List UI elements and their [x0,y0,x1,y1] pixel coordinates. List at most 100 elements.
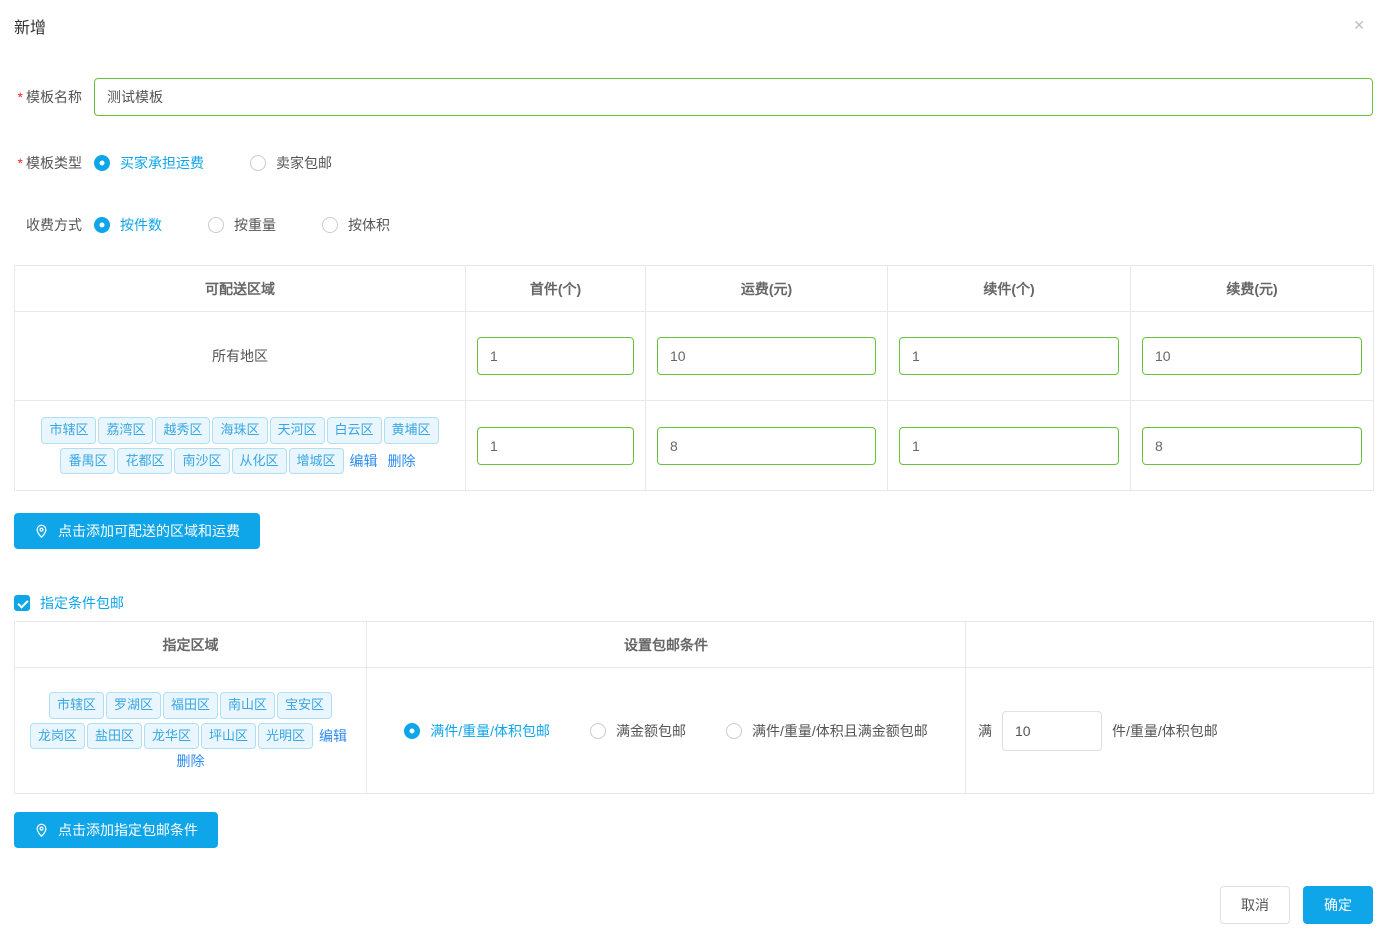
delete-link[interactable]: 删除 [177,751,205,771]
close-icon[interactable]: ✕ [1353,18,1365,32]
radio-label: 卖家包邮 [276,153,332,173]
shipping-fee-table: 可配送区域 首件(个) 运费(元) 续件(个) 续费(元) 所有地区 市辖区荔湾… [14,265,1374,491]
radio-min-qty-and-amount[interactable]: 满件/重量/体积且满金额包邮 [726,721,928,741]
free-shipping-checkbox-row: 指定条件包邮 [14,593,1373,613]
region-tag: 市辖区 [41,417,96,444]
region-tag: 越秀区 [155,417,210,444]
radio-label: 满件/重量/体积包邮 [430,721,550,741]
region-tag: 海珠区 [212,417,267,444]
radio-icon [250,155,266,171]
charge-method-label: 收费方式 [14,215,82,235]
radio-by-weight[interactable]: 按重量 [208,215,276,235]
table-row-all-regions: 所有地区 [15,312,1374,401]
condition-table-header-row: 指定区域 设置包邮条件 [15,622,1374,668]
region-tag: 罗湖区 [106,692,161,719]
region-tag: 坪山区 [201,723,256,750]
region-tags: 市辖区荔湾区越秀区海珠区天河区白云区黄埔区番禺区花都区南沙区从化区增城区 编辑 … [15,415,465,477]
col-header-region: 可配送区域 [15,266,466,312]
col-header-condition: 设置包邮条件 [367,622,966,668]
template-type-label: *模板类型 [14,153,82,173]
table-row-shenzhen-districts: 市辖区罗湖区福田区南山区宝安区龙岗区盐田区龙华区坪山区光明区 编辑 删除 满件/… [15,668,1374,794]
threshold-suffix: 件/重量/体积包邮 [1112,723,1218,739]
free-shipping-condition-table: 指定区域 设置包邮条件 市辖区罗湖区福田区南山区宝安区龙岗区盐田区龙华区坪山区光… [14,621,1374,794]
edit-link[interactable]: 编辑 [319,726,347,746]
radio-seller-free-shipping[interactable]: 卖家包邮 [250,153,332,173]
region-tag: 宝安区 [277,692,332,719]
add-condition-button[interactable]: 点击添加指定包邮条件 [14,812,218,848]
free-shipping-checkbox[interactable] [14,595,30,611]
first-qty-input[interactable] [477,337,634,375]
radio-min-amount[interactable]: 满金额包邮 [590,721,686,741]
region-tag: 南沙区 [174,448,229,475]
radio-by-volume[interactable]: 按体积 [322,215,390,235]
region-tag: 天河区 [270,417,325,444]
dialog-header: 新增 ✕ [14,14,1373,38]
radio-icon [404,723,420,739]
radio-icon [94,155,110,171]
col-header-next-qty: 续件(个) [888,266,1131,312]
radio-label: 买家承担运费 [120,153,204,173]
col-header-next-fee: 续费(元) [1131,266,1374,312]
region-tag: 龙华区 [144,723,199,750]
threshold-prefix: 满 [978,723,992,739]
region-tag: 市辖区 [49,692,104,719]
region-tag: 白云区 [327,417,382,444]
table-row-guangzhou-districts: 市辖区荔湾区越秀区海珠区天河区白云区黄埔区番禺区花都区南沙区从化区增城区 编辑 … [15,401,1374,491]
region-tag: 光明区 [258,723,313,750]
region-tag: 南山区 [220,692,275,719]
radio-buyer-pays-shipping[interactable]: 买家承担运费 [94,153,204,173]
region-tag: 增城区 [289,448,344,475]
next-fee-input[interactable] [1142,337,1362,375]
add-region-button[interactable]: 点击添加可配送的区域和运费 [14,513,260,549]
edit-link[interactable]: 编辑 [350,451,378,471]
radio-icon [94,217,110,233]
add-condition-button-row: 点击添加指定包邮条件 [14,812,1373,848]
radio-label: 按件数 [120,215,162,235]
radio-label: 满金额包邮 [616,721,686,741]
template-name-input[interactable] [94,78,1373,116]
region-tag: 花都区 [117,448,172,475]
radio-icon [726,723,742,739]
charge-method-row: 收费方式 按件数 按重量 按体积 [14,215,1373,235]
next-qty-input[interactable] [899,427,1119,465]
template-name-label: *模板名称 [14,87,82,107]
page-title: 新增 [14,14,46,38]
radio-icon [322,217,338,233]
first-qty-input[interactable] [477,427,634,465]
new-shipping-template-dialog: 新增 ✕ *模板名称 *模板类型 买家承担运费 卖家包邮 收费方式 按件数 按重… [0,0,1387,931]
condition-radio-group: 满件/重量/体积包邮 满金额包邮 满件/重量/体积且满金额包邮 [367,721,965,741]
next-fee-input[interactable] [1142,427,1362,465]
cancel-button[interactable]: 取消 [1220,886,1290,924]
fee-input[interactable] [657,337,876,375]
col-header-empty [966,622,1374,668]
free-shipping-checkbox-label[interactable]: 指定条件包邮 [40,593,124,613]
radio-label: 满件/重量/体积且满金额包邮 [752,721,928,741]
dialog-footer: 取消 确定 [1220,886,1373,924]
delete-link[interactable]: 删除 [388,451,416,471]
location-pin-icon [34,524,49,539]
location-pin-icon [34,823,49,838]
radio-by-piece[interactable]: 按件数 [94,215,162,235]
shipping-table-header-row: 可配送区域 首件(个) 运费(元) 续件(个) 续费(元) [15,266,1374,312]
region-tag: 盐田区 [87,723,142,750]
required-mark: * [18,89,23,105]
radio-label: 按体积 [348,215,390,235]
radio-icon [590,723,606,739]
region-tag: 黄埔区 [384,417,439,444]
radio-min-qty-weight-volume[interactable]: 满件/重量/体积包邮 [404,721,550,741]
fee-input[interactable] [657,427,876,465]
region-tag: 荔湾区 [98,417,153,444]
confirm-button[interactable]: 确定 [1303,886,1373,924]
region-tag: 从化区 [232,448,287,475]
radio-icon [208,217,224,233]
required-mark: * [18,155,23,171]
next-qty-input[interactable] [899,337,1119,375]
add-region-button-row: 点击添加可配送的区域和运费 [14,513,1373,549]
template-name-row: *模板名称 [14,78,1373,116]
region-tag: 番禺区 [60,448,115,475]
threshold-input[interactable] [1002,711,1102,751]
col-header-specified-region: 指定区域 [15,622,367,668]
template-type-row: *模板类型 买家承担运费 卖家包邮 [14,153,1373,173]
col-header-fee: 运费(元) [646,266,888,312]
region-tag: 福田区 [163,692,218,719]
